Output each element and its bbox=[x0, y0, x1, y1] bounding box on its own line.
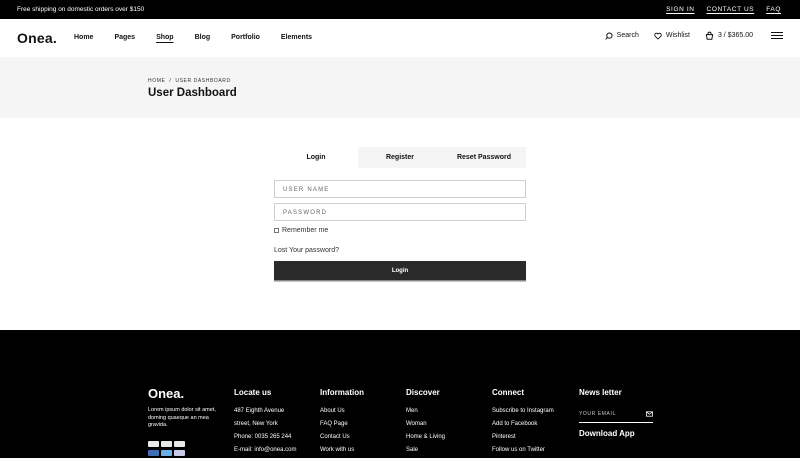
tab-login[interactable]: Login bbox=[274, 147, 358, 168]
page-title: User Dashboard bbox=[148, 87, 237, 99]
breadcrumb-home[interactable]: HOME bbox=[148, 78, 165, 84]
footer-link-twitter[interactable]: Follow us on Twitter bbox=[492, 447, 554, 453]
faq-link[interactable]: FAQ bbox=[766, 6, 781, 13]
tab-reset-password[interactable]: Reset Password bbox=[442, 147, 526, 168]
search-icon bbox=[604, 31, 613, 40]
nav-blog[interactable]: Blog bbox=[195, 34, 211, 41]
breadcrumb-separator: / bbox=[169, 78, 172, 84]
remember-me-label[interactable]: Remember me bbox=[282, 227, 328, 234]
nav-elements[interactable]: Elements bbox=[281, 34, 312, 41]
heart-icon bbox=[654, 32, 662, 40]
sign-in-link[interactable]: SIGN IN bbox=[666, 6, 694, 13]
lost-password-link[interactable]: Lost Your password? bbox=[274, 247, 339, 254]
footer-link-faq[interactable]: FAQ Page bbox=[320, 421, 364, 427]
newsletter: News letter YOUR EMAIL Download App bbox=[579, 388, 653, 438]
newsletter-email-placeholder: YOUR EMAIL bbox=[579, 411, 616, 417]
download-app-heading: Download App bbox=[579, 429, 635, 438]
breadcrumb: HOME / USER DASHBOARD bbox=[148, 78, 231, 84]
visa-card-icon bbox=[148, 441, 159, 447]
password-input[interactable]: PASSWORD bbox=[274, 203, 526, 221]
email-address[interactable]: E-mail: info@onea.com bbox=[234, 447, 296, 453]
phone-number: Phone: 0035 265 244 bbox=[234, 434, 292, 440]
shipping-promo: Free shipping on domestic orders over $1… bbox=[17, 6, 145, 13]
maestro-card-icon bbox=[174, 450, 185, 456]
footer-link-home-living[interactable]: Home & Living bbox=[406, 434, 445, 440]
footer-col-connect: Connect Subscribe to Instagram Add to Fa… bbox=[492, 388, 554, 458]
footer-link-instagram[interactable]: Subscribe to Instagram bbox=[492, 408, 554, 414]
footer-heading-connect: Connect bbox=[492, 388, 524, 397]
address-line-1: 487 Eighth Avenue bbox=[234, 408, 285, 414]
discover-card-icon bbox=[161, 450, 172, 456]
paypal-icon bbox=[148, 450, 159, 456]
footer-col-information: Information About Us FAQ Page Contact Us… bbox=[320, 388, 364, 458]
cart-label: 3 / $365.00 bbox=[717, 32, 753, 39]
footer-heading-discover: Discover bbox=[406, 388, 440, 397]
contact-us-link[interactable]: CONTACT US bbox=[707, 6, 755, 13]
footer-link-pinterest[interactable]: Pinterest bbox=[492, 434, 554, 440]
footer-description: Lorem ipsum dolor sit amet, doming quaeq… bbox=[148, 407, 216, 428]
header-actions: Search Wishlist 3 / $365.00 bbox=[604, 31, 783, 40]
top-links: SIGN IN CONTACT US FAQ bbox=[666, 6, 781, 13]
footer-link-facebook[interactable]: Add to Facebook bbox=[492, 421, 554, 427]
mastercard-icon bbox=[161, 441, 172, 447]
footer-link-about[interactable]: About Us bbox=[320, 408, 364, 414]
payment-methods bbox=[148, 441, 185, 456]
footer-link-men[interactable]: Men bbox=[406, 408, 445, 414]
hamburger-menu-icon[interactable] bbox=[771, 32, 783, 39]
main-header: Onea. Home Pages Shop Blog Portfolio Ele… bbox=[0, 19, 800, 57]
newsletter-heading: News letter bbox=[579, 388, 622, 397]
main-nav: Home Pages Shop Blog Portfolio Elements bbox=[74, 34, 333, 41]
nav-shop[interactable]: Shop bbox=[156, 34, 174, 41]
footer-heading-locate: Locate us bbox=[234, 388, 272, 397]
address-line-2: street, New York bbox=[234, 421, 278, 427]
footer-link-contact[interactable]: Contact Us bbox=[320, 434, 364, 440]
footer-heading-information: Information bbox=[320, 388, 364, 397]
wishlist-label: Wishlist bbox=[665, 32, 690, 39]
tab-register[interactable]: Register bbox=[358, 147, 442, 168]
footer-col-discover: Discover Men Woman Home & Living Sale bbox=[406, 388, 445, 458]
envelope-icon[interactable] bbox=[646, 411, 653, 417]
bag-icon bbox=[705, 31, 714, 40]
remember-me: Remember me bbox=[274, 227, 328, 234]
nav-pages[interactable]: Pages bbox=[114, 34, 135, 41]
amex-card-icon bbox=[174, 441, 185, 447]
breadcrumb-current: USER DASHBOARD bbox=[175, 78, 231, 84]
footer-link-sale[interactable]: Sale bbox=[406, 447, 445, 453]
nav-home[interactable]: Home bbox=[74, 34, 93, 41]
footer-logo[interactable]: Onea. bbox=[148, 386, 184, 401]
login-button[interactable]: Login bbox=[274, 261, 526, 280]
remember-me-checkbox[interactable] bbox=[274, 228, 279, 233]
top-bar: Free shipping on domestic orders over $1… bbox=[0, 0, 800, 19]
newsletter-email-input[interactable]: YOUR EMAIL bbox=[579, 411, 653, 423]
wishlist-button[interactable]: Wishlist bbox=[654, 32, 690, 40]
footer-link-work[interactable]: Work with us bbox=[320, 447, 364, 453]
search-label: Search bbox=[616, 32, 639, 39]
nav-portfolio[interactable]: Portfolio bbox=[231, 34, 260, 41]
username-input[interactable]: USER NAME bbox=[274, 180, 526, 198]
search-button[interactable]: Search bbox=[604, 31, 639, 40]
account-tabs: Login Register Reset Password bbox=[274, 147, 526, 168]
footer-col-locate: Locate us 487 Eighth Avenue street, New … bbox=[234, 388, 296, 458]
footer: Onea. Lorem ipsum dolor sit amet, doming… bbox=[0, 330, 800, 458]
logo[interactable]: Onea. bbox=[17, 30, 57, 46]
footer-link-woman[interactable]: Woman bbox=[406, 421, 445, 427]
cart-button[interactable]: 3 / $365.00 bbox=[705, 31, 753, 40]
page-title-band: HOME / USER DASHBOARD User Dashboard bbox=[0, 57, 800, 118]
